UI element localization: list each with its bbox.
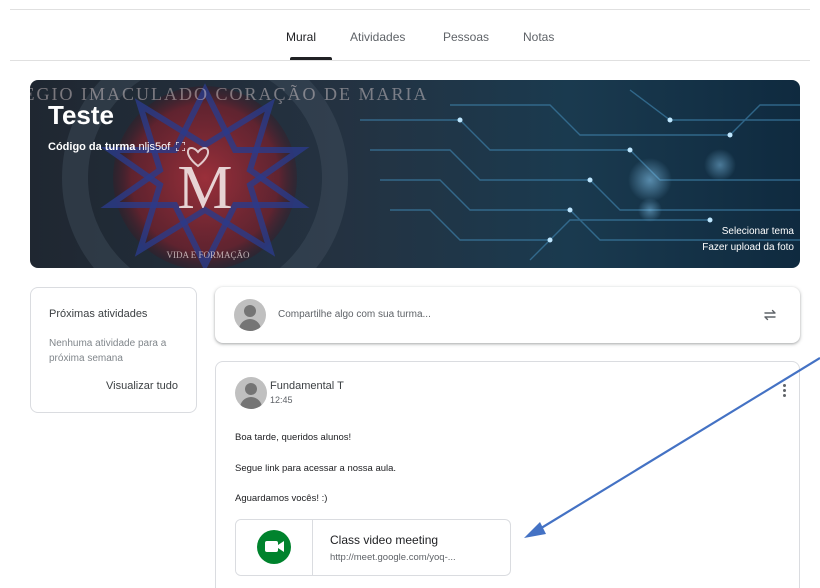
meet-attachment[interactable]: Class video meeting http://meet.google.c…	[235, 519, 511, 576]
upcoming-title: Próximas atividades	[49, 308, 148, 320]
attachment-url: http://meet.google.com/yoq-...	[330, 552, 456, 563]
google-meet-icon	[257, 530, 291, 564]
share-input[interactable]: Compartilhe algo com sua turma...	[278, 309, 431, 320]
post-time: 12:45	[270, 395, 293, 405]
fullscreen-icon[interactable]	[175, 141, 186, 152]
announcement-post: Fundamental T 12:45 Boa tarde, queridos …	[215, 361, 800, 588]
attachment-thumbnail	[236, 520, 313, 575]
class-code-label: Código da turma	[48, 141, 136, 153]
nav-divider	[10, 60, 810, 61]
class-tabs: Mural Atividades Pessoas Notas	[0, 22, 820, 62]
post-text-line: Boa tarde, queridos alunos!	[235, 432, 352, 443]
svg-text:VIDA E FORMAÇÃO: VIDA E FORMAÇÃO	[166, 250, 250, 260]
class-banner: M COLÉGIO IMACULADO CORAÇÃO DE MARIA VID…	[30, 80, 800, 268]
class-code: Código da turma nljs5of	[48, 141, 186, 153]
svg-text:M: M	[177, 154, 232, 222]
avatar-icon	[235, 377, 267, 409]
repost-icon[interactable]	[762, 307, 778, 323]
top-divider	[10, 9, 810, 10]
select-theme-link[interactable]: Selecionar tema	[722, 226, 794, 237]
post-text-line: Aguardamos vocês! :)	[235, 493, 328, 504]
more-vert-icon[interactable]	[783, 384, 787, 398]
upcoming-activities-card: Próximas atividades Nenhuma atividade pa…	[30, 287, 197, 413]
view-all-link[interactable]: Visualizar tudo	[106, 380, 178, 392]
tab-pessoas[interactable]: Pessoas	[443, 30, 489, 44]
class-title: Teste	[48, 100, 114, 130]
post-author: Fundamental T	[270, 380, 344, 392]
class-code-value: nljs5of	[138, 141, 171, 153]
tab-notas[interactable]: Notas	[523, 30, 554, 44]
post-text-line: Segue link para acessar a nossa aula.	[235, 463, 397, 474]
attachment-title: Class video meeting	[330, 533, 439, 547]
avatar-icon	[234, 299, 266, 331]
share-box[interactable]: Compartilhe algo com sua turma...	[215, 287, 800, 343]
tab-mural[interactable]: Mural	[286, 30, 316, 44]
upcoming-empty-text: Nenhuma atividade para a próxima semana	[49, 338, 167, 364]
banner-background: M COLÉGIO IMACULADO CORAÇÃO DE MARIA VID…	[30, 80, 800, 268]
tab-atividades[interactable]: Atividades	[350, 30, 405, 44]
upload-photo-link[interactable]: Fazer upload da foto	[702, 242, 794, 253]
